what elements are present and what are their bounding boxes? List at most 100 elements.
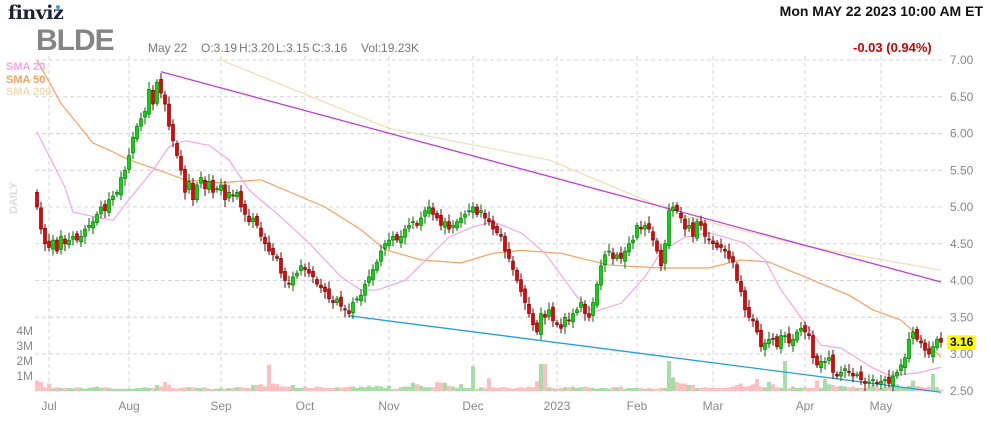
volume-bar [103,387,107,391]
volume-bar [343,387,347,391]
price-tick-label: 2.50 [950,384,974,398]
volume-bar [727,387,731,391]
candle [451,225,455,228]
volume-bar [427,387,431,391]
candle [387,239,391,246]
candle [359,294,363,301]
candle [663,243,667,264]
volume-bar [47,383,51,391]
volume-bar [467,388,471,391]
volume-bar [707,388,711,391]
price-chart[interactable]: 7.006.506.005.505.004.504.003.503.002.50… [0,0,991,422]
candle [815,355,819,366]
volume-bar [547,387,551,391]
volume-bar [211,388,215,391]
volume-bar [835,386,839,391]
candle [107,199,111,213]
candle [415,223,419,226]
volume-bar [67,388,71,391]
candle [39,207,43,230]
candle [319,284,323,289]
candle [123,169,127,179]
price-tick-label: 4.50 [950,237,974,251]
candle [675,204,679,211]
candle [723,248,727,252]
volume-bar [291,385,295,391]
candle [491,220,495,230]
candle [895,372,899,377]
candle [879,380,883,385]
candle [355,298,359,301]
candle [155,81,159,104]
volume-bar [55,387,59,391]
candle [295,272,299,277]
candle [227,192,231,199]
candle [575,309,579,313]
volume-bar [843,386,847,391]
volume-bar [791,386,795,391]
sma50-line [36,59,942,358]
volume-bar [375,385,379,391]
price-tick-label: 6.00 [950,127,974,141]
candle [939,338,943,343]
candle [803,325,807,333]
volume-bar [367,385,371,391]
volume-bar [715,388,719,391]
volume-bar [287,386,291,391]
candle [635,225,639,238]
month-label: Jul [41,399,56,413]
month-label: Nov [378,399,399,413]
candle [851,372,855,377]
volume-bar [511,388,515,391]
candle [87,225,91,228]
candle [599,265,603,286]
price-tick-label: 6.50 [950,90,974,104]
candle [791,338,795,346]
volume-bar [99,388,103,391]
volume-bar [827,384,831,391]
volume-bar [623,388,627,391]
candle [511,260,515,270]
volume-bar [483,388,487,391]
volume-bar [175,388,179,391]
candle [83,228,87,237]
candle [199,177,203,184]
volume-bar [695,388,699,391]
candle [563,316,567,327]
volume-bar [283,386,287,391]
volume-bar [639,388,643,391]
candle [719,244,723,248]
volume-bar [679,383,683,391]
candle [551,306,555,322]
volume-bar [247,388,251,391]
candle [339,296,343,307]
candle [79,236,83,243]
candle [35,192,39,208]
candle [403,228,407,238]
candle [427,206,431,214]
candle [559,324,563,329]
volume-bar [667,361,671,391]
candle [583,304,587,314]
volume-bar [227,388,231,391]
candle [407,225,411,229]
candle [119,177,123,196]
candle [607,250,611,253]
candle [279,258,283,274]
volume-bar [687,385,691,391]
candle [99,206,103,214]
candle [211,180,215,193]
volume-bar [299,388,303,391]
candle [231,194,235,197]
price-tick-label: 7.00 [950,53,974,67]
candle [223,184,227,200]
candle [475,206,479,215]
candle [219,184,223,191]
volume-bar [235,387,239,391]
month-label: Oct [296,399,315,413]
volume-bar [759,386,763,391]
volume-bar [171,388,175,391]
candle [735,264,739,281]
candle [667,210,671,246]
candle [411,221,415,224]
